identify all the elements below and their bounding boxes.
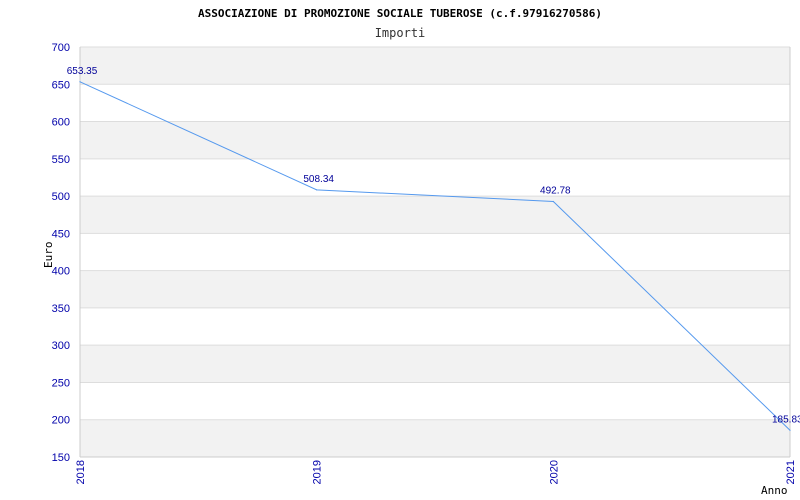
data-point bbox=[789, 429, 791, 431]
y-tick-label: 250 bbox=[52, 377, 70, 389]
data-point bbox=[316, 189, 318, 191]
data-label: 185.83 bbox=[772, 414, 800, 425]
chart-title: ASSOCIAZIONE DI PROMOZIONE SOCIALE TUBER… bbox=[198, 7, 602, 20]
data-point bbox=[552, 200, 554, 203]
y-tick-label: 300 bbox=[52, 340, 70, 352]
grid-lines bbox=[80, 46, 790, 458]
data-label: 508.34 bbox=[303, 174, 334, 185]
grid-band bbox=[80, 121, 790, 159]
y-tick-label: 500 bbox=[52, 191, 70, 203]
y-tick-label: 600 bbox=[52, 117, 70, 129]
grid-band bbox=[80, 270, 790, 308]
x-tick-labels: 2018 2019 2020 2021 bbox=[75, 460, 797, 484]
grid-bands bbox=[80, 47, 790, 457]
x-tick-label: 2018 bbox=[75, 460, 87, 484]
y-tick-label: 650 bbox=[52, 79, 70, 91]
grid-band bbox=[80, 345, 790, 383]
y-tick-label: 700 bbox=[52, 42, 70, 54]
data-point bbox=[79, 81, 81, 83]
y-tick-label: 150 bbox=[52, 452, 70, 464]
y-tick-label: 550 bbox=[52, 154, 70, 166]
y-tick-label: 350 bbox=[52, 303, 70, 315]
x-tick-label: 2020 bbox=[548, 460, 560, 484]
y-axis-label: Euro bbox=[42, 242, 55, 269]
x-tick-label: 2019 bbox=[312, 460, 324, 484]
grid-band bbox=[80, 419, 790, 457]
y-tick-label: 450 bbox=[52, 228, 70, 240]
x-axis-label: Anno bbox=[761, 484, 788, 497]
x-tick-label: 2021 bbox=[785, 460, 797, 484]
grid-band bbox=[80, 47, 790, 85]
y-tick-label: 200 bbox=[52, 415, 70, 427]
grid-band bbox=[80, 196, 790, 234]
data-label: 653.35 bbox=[67, 66, 98, 77]
data-label: 492.78 bbox=[540, 185, 571, 196]
line-chart: ASSOCIAZIONE DI PROMOZIONE SOCIALE TUBER… bbox=[42, 7, 800, 497]
chart-subtitle: Importi bbox=[375, 26, 426, 40]
